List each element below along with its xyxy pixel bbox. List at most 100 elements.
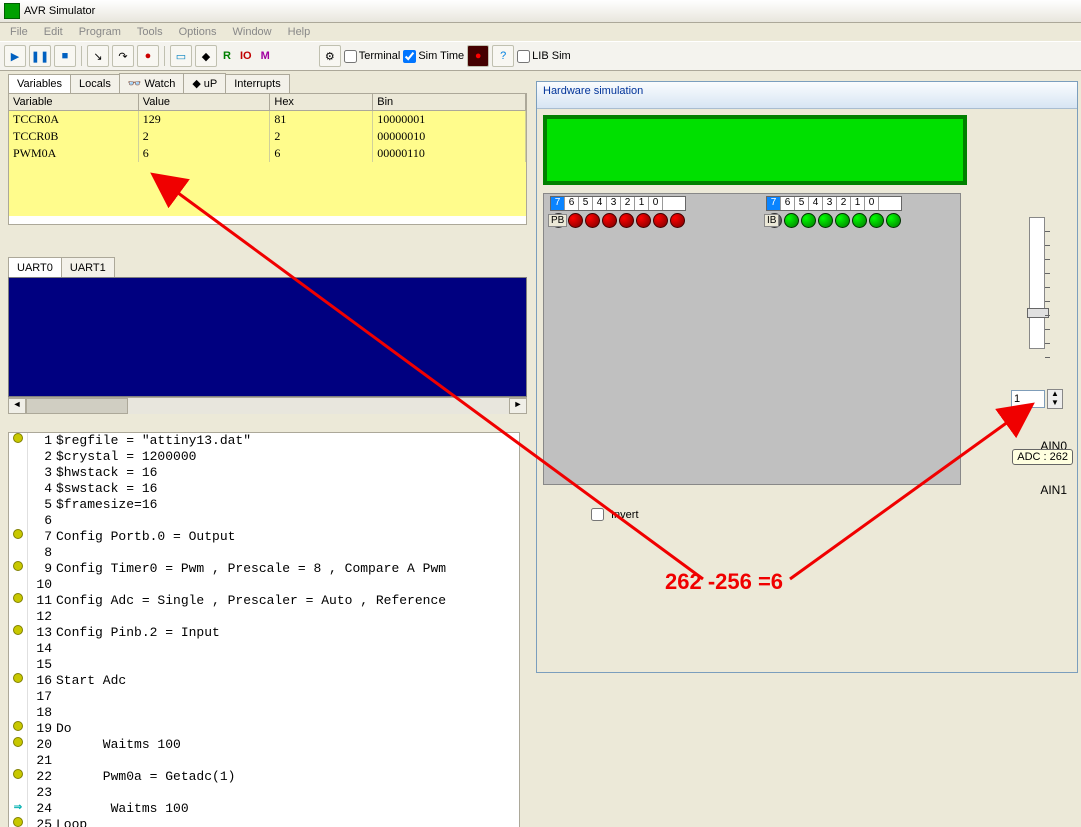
breakpoint-button[interactable]: ● <box>137 45 159 67</box>
col-bin[interactable]: Bin <box>373 94 526 110</box>
led <box>602 213 617 228</box>
step-over-button[interactable]: ↷ <box>112 45 134 67</box>
hardware-sim-window: Hardware simulation 7 6 5 4 3 2 1 0 <box>536 81 1078 673</box>
port-label-ib: IB <box>764 214 779 227</box>
tab-watch[interactable]: 👓Watch <box>119 73 184 93</box>
led <box>886 213 901 228</box>
app-icon <box>4 3 20 19</box>
chip-icon: ◆ <box>192 77 200 90</box>
tab-up[interactable]: ◆uP <box>183 73 226 93</box>
menu-help[interactable]: Help <box>288 26 311 38</box>
col-value[interactable]: Value <box>139 94 271 110</box>
adc-tooltip: ADC : 262 <box>1012 449 1073 465</box>
tab-uart1[interactable]: UART1 <box>61 257 115 277</box>
bit-1[interactable]: 1 <box>851 197 865 210</box>
scroll-right-icon[interactable]: ► <box>509 398 527 414</box>
led <box>619 213 634 228</box>
uart-tabs: UART0 UART1 <box>8 257 527 277</box>
table-row[interactable]: PWM0A 6 6 00000110 <box>9 145 526 162</box>
bit-3[interactable]: 3 <box>607 197 621 210</box>
bit-0[interactable]: 0 <box>649 197 663 210</box>
table-row-empty <box>9 198 526 216</box>
variables-panel: Variable Value Hex Bin TCCR0A 129 81 100… <box>8 93 527 225</box>
table-row-empty <box>9 180 526 198</box>
scroll-thumb[interactable] <box>26 398 128 414</box>
bit-4[interactable]: 4 <box>809 197 823 210</box>
uart-terminal[interactable] <box>8 277 527 397</box>
tab-locals[interactable]: Locals <box>70 74 120 93</box>
libsim-checkbox[interactable]: LIB Sim <box>517 50 571 63</box>
ain1-label: AIN1 <box>1007 483 1067 497</box>
port-pb: 7 6 5 4 3 2 1 0 <box>550 196 686 236</box>
led <box>585 213 600 228</box>
adc-channel-input[interactable] <box>1011 390 1045 408</box>
bit-2[interactable]: 2 <box>621 197 635 210</box>
bit-5[interactable]: 5 <box>579 197 593 210</box>
terminal-checkbox[interactable]: Terminal <box>344 50 401 63</box>
memory-label[interactable]: M <box>258 50 273 62</box>
window-titlebar: AVR Simulator <box>0 0 1081 23</box>
menu-edit[interactable]: Edit <box>44 26 63 38</box>
menu-options[interactable]: Options <box>179 26 217 38</box>
col-hex[interactable]: Hex <box>270 94 373 110</box>
tab-interrupts[interactable]: Interrupts <box>225 74 289 93</box>
bit-4[interactable]: 4 <box>593 197 607 210</box>
led <box>670 213 685 228</box>
scroll-left-icon[interactable]: ◄ <box>8 398 26 414</box>
annotation-formula: 262 -256 =6 <box>665 569 783 595</box>
toolbar: ▶ ❚❚ ■ ↘ ↷ ● ▭ ◆ R IO M ⚙ Terminal Sim T… <box>0 41 1081 71</box>
io-label[interactable]: IO <box>237 50 255 62</box>
spin-buttons[interactable]: ▲▼ <box>1047 389 1063 409</box>
menu-bar[interactable]: File Edit Program Tools Options Window H… <box>0 23 1081 41</box>
bit-7[interactable]: 7 <box>551 197 565 210</box>
code-editor[interactable]: ⇒ 12345678910111213141516171819202122232… <box>8 432 520 827</box>
bit-6[interactable]: 6 <box>781 197 795 210</box>
table-row[interactable]: TCCR0A 129 81 10000001 <box>9 111 526 128</box>
bit-0[interactable]: 0 <box>865 197 879 210</box>
menu-program[interactable]: Program <box>79 26 121 38</box>
adc-slider[interactable] <box>1029 217 1045 349</box>
simtime-icon[interactable]: ● <box>467 45 489 67</box>
bit-6[interactable]: 6 <box>565 197 579 210</box>
invert-checkbox[interactable]: Invert <box>587 505 639 524</box>
variable-tabs: Variables Locals 👓Watch ◆uP Interrupts <box>8 71 527 93</box>
tab-uart0[interactable]: UART0 <box>8 257 62 277</box>
bit-2[interactable]: 2 <box>837 197 851 210</box>
lcd-display <box>543 115 967 185</box>
bit-3[interactable]: 3 <box>823 197 837 210</box>
tab-variables[interactable]: Variables <box>8 74 71 93</box>
bit-7[interactable]: 7 <box>767 197 781 210</box>
bit-5[interactable]: 5 <box>795 197 809 210</box>
chip-icon[interactable]: ◆ <box>195 45 217 67</box>
glasses-icon: 👓 <box>128 77 142 90</box>
led <box>852 213 867 228</box>
bit-1[interactable]: 1 <box>635 197 649 210</box>
run-button[interactable]: ▶ <box>4 45 26 67</box>
stop-button[interactable]: ■ <box>54 45 76 67</box>
table-row-empty <box>9 162 526 180</box>
ports-panel: 7 6 5 4 3 2 1 0 <box>543 193 961 485</box>
led <box>568 213 583 228</box>
hw-title[interactable]: Hardware simulation <box>537 82 1077 109</box>
led <box>801 213 816 228</box>
window-title: AVR Simulator <box>24 5 95 17</box>
led <box>653 213 668 228</box>
port-ib: 7 6 5 4 3 2 1 0 <box>766 196 902 236</box>
uart-scrollbar[interactable]: ◄ ► <box>8 397 527 414</box>
led <box>835 213 850 228</box>
registers-label[interactable]: R <box>220 50 234 62</box>
menu-file[interactable]: File <box>10 26 28 38</box>
led <box>818 213 833 228</box>
simtime-checkbox[interactable]: Sim Time <box>403 50 464 63</box>
col-variable[interactable]: Variable <box>9 94 139 110</box>
menu-window[interactable]: Window <box>233 26 272 38</box>
tool-icon[interactable]: ⚙ <box>319 45 341 67</box>
lcd-icon[interactable]: ▭ <box>170 45 192 67</box>
pause-button[interactable]: ❚❚ <box>29 45 51 67</box>
menu-tools[interactable]: Tools <box>137 26 163 38</box>
help-icon[interactable]: ? <box>492 45 514 67</box>
table-row[interactable]: TCCR0B 2 2 00000010 <box>9 128 526 145</box>
step-into-button[interactable]: ↘ <box>87 45 109 67</box>
led <box>784 213 799 228</box>
led <box>869 213 884 228</box>
